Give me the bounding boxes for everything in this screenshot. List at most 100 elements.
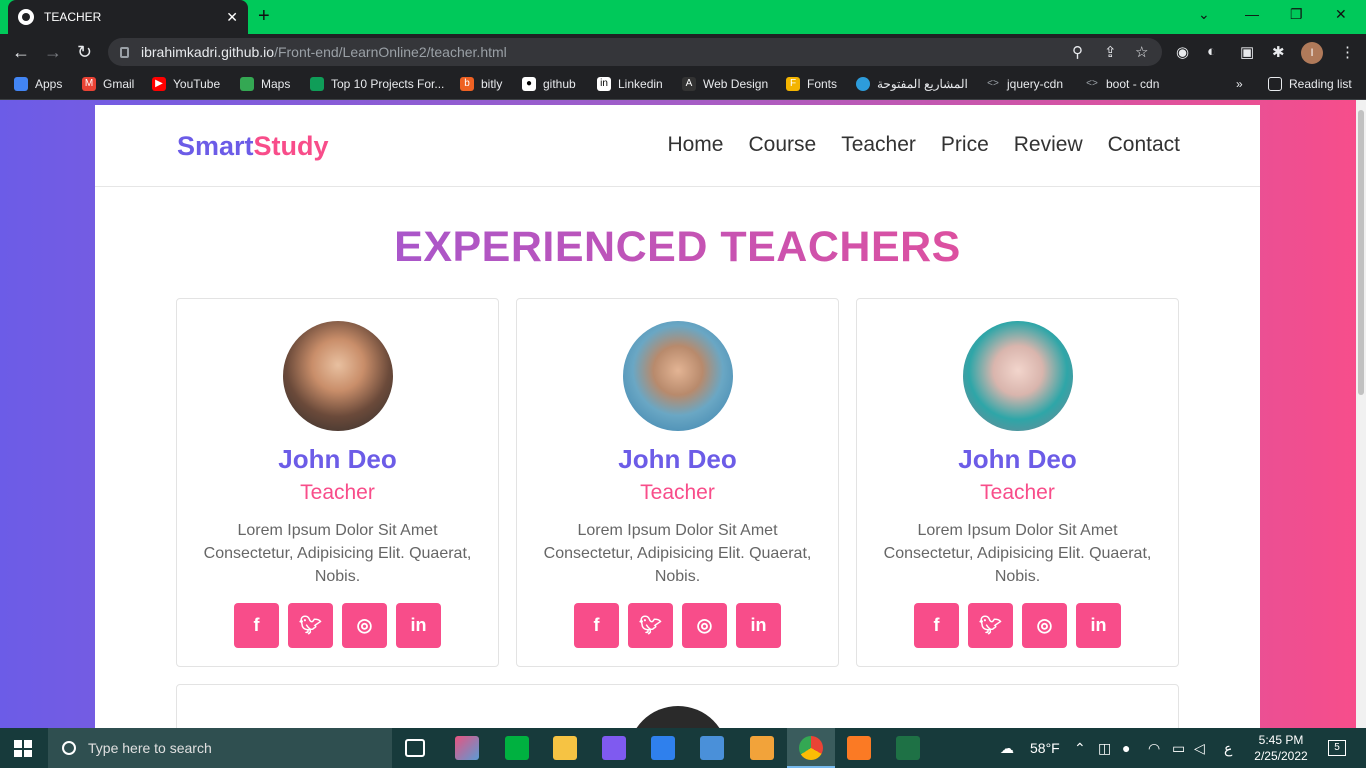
close-window-button[interactable]: ✕ [1335,6,1347,23]
battery-icon[interactable]: ▭ [1172,740,1185,757]
search-icon [62,741,76,755]
address-bar[interactable]: ibrahimkadri.github.io /Front-end/LearnO… [108,38,1162,66]
reload-button[interactable]: ↻ [77,42,92,62]
instagram-icon[interactable]: ◎ [682,603,727,648]
facebook-icon[interactable]: f [234,603,279,648]
page-viewport: SmartStudy Home Course Teacher Price Rev… [0,100,1366,728]
tab-search-icon[interactable]: ⌄ [1198,6,1210,23]
tray-network-error-icon[interactable]: ● [1122,740,1130,756]
weather-temp[interactable]: 58°F [1030,740,1060,756]
volume-icon[interactable]: ◁ [1194,740,1205,757]
chrome-taskbar-button[interactable] [787,728,835,768]
teacher-photo [622,321,733,431]
nav-review[interactable]: Review [1014,133,1083,157]
bookmark-jquery-cdn[interactable]: <> jquery-cdn [986,77,1063,91]
new-tab-button[interactable]: + [258,6,270,26]
twitter-icon[interactable]: 🐦︎ [288,603,333,648]
web-design-icon: A [682,77,696,91]
scroll-thumb[interactable] [1358,110,1364,395]
instagram-icon[interactable]: ◎ [1022,603,1067,648]
bookmark-github[interactable]: ● github [522,77,576,91]
bookmark-apps[interactable]: Apps [14,77,62,91]
more-bookmarks-button[interactable]: » [1236,77,1243,91]
notification-center-button[interactable]: 5 [1328,740,1346,756]
bookmark-fonts[interactable]: F Fonts [786,77,837,91]
ide-app-icon[interactable] [505,736,529,760]
bookmark-star-icon[interactable]: ☆ [1135,43,1148,61]
maps-icon [240,77,254,91]
bookmarks-bar: Apps M Gmail ▶ YouTube Maps Top 10 Project… [0,70,1366,100]
extension-profile-icon[interactable]: ◐ [1207,43,1216,60]
gmail-icon: M [82,77,96,91]
media-icon[interactable]: ◉ [1176,43,1189,61]
reading-list-button[interactable]: Reading list [1268,77,1352,91]
teacher-role: Teacher [300,481,375,504]
xampp-icon[interactable] [847,736,871,760]
taskbar-search[interactable]: Type here to search [48,728,392,768]
back-button[interactable]: ← [12,42,30,62]
teacher-role: Teacher [640,481,715,504]
youtube-icon: ▶ [152,77,166,91]
close-tab-icon[interactable]: ✕ [226,9,238,26]
paint-app-icon[interactable] [455,736,479,760]
nav-home[interactable]: Home [667,133,723,157]
task-view-icon[interactable] [405,739,425,757]
excel-icon[interactable] [896,736,920,760]
teacher-photo [282,321,393,431]
nav-course[interactable]: Course [748,133,816,157]
html-app-icon[interactable] [750,736,774,760]
share-icon[interactable]: ⇪ [1104,43,1117,61]
instagram-icon[interactable]: ◎ [342,603,387,648]
file-explorer-icon[interactable] [553,736,577,760]
facebook-icon[interactable]: f [914,603,959,648]
zoom-icon[interactable]: ⚲ [1072,43,1083,61]
code-icon: <> [1086,78,1098,89]
wifi-icon[interactable]: ◠ [1148,740,1160,757]
windows-start-icon[interactable] [14,740,32,757]
bookmark-gmail[interactable]: M Gmail [82,77,134,91]
social-links: f 🐦︎ ◎ in [517,603,838,648]
bookmark-bitly[interactable]: b bitly [460,77,502,91]
minimize-button[interactable]: — [1245,6,1259,22]
input-language[interactable]: ع [1224,740,1232,757]
page-scrollbar[interactable] [1356,100,1366,728]
profile-avatar[interactable]: I [1301,42,1323,64]
nav-contact[interactable]: Contact [1108,133,1180,157]
tray-app-icon[interactable]: ◫ [1098,740,1111,757]
bookmark-top10[interactable]: Top 10 Projects For... [310,77,444,91]
bookmark-web-design[interactable]: A Web Design [682,77,768,91]
browser-tab[interactable]: TEACHER ✕ [8,0,248,34]
facebook-icon[interactable]: f [574,603,619,648]
extensions-puzzle-icon[interactable]: ✱ [1272,43,1285,61]
bookmark-boot-cdn[interactable]: <> boot - cdn [1085,77,1159,91]
site-logo[interactable]: SmartStudy [177,131,329,162]
teacher-name: John Deo [958,444,1077,474]
linkedin-icon[interactable]: in [736,603,781,648]
restore-button[interactable]: ❐ [1290,6,1303,23]
clock-time: 5:45 PM [1258,733,1304,747]
nav-price[interactable]: Price [941,133,989,157]
teacher-card: John Deo Teacher Lorem Ipsum Dolor Sit A… [176,298,499,667]
bookmark-linkedin[interactable]: in Linkedin [597,77,663,91]
bookmark-maps[interactable]: Maps [240,77,290,91]
tab-strip: TEACHER ✕ + ⌄ — ❐ ✕ [0,0,1366,34]
nav-teacher[interactable]: Teacher [841,133,916,157]
link-icon [310,77,324,91]
twitter-icon[interactable]: 🐦︎ [968,603,1013,648]
photos-app-icon[interactable] [700,736,724,760]
bookmark-youtube[interactable]: ▶ YouTube [152,77,220,91]
twitter-icon[interactable]: 🐦︎ [628,603,673,648]
linkedin-icon[interactable]: in [396,603,441,648]
translate-extension-icon[interactable]: ▣ [1240,43,1254,61]
taskbar-clock[interactable]: 5:45 PM 2/25/2022 [1248,732,1314,764]
circle-icon [856,77,870,91]
weather-icon[interactable]: ☁ [1000,740,1014,757]
vscode-icon[interactable] [651,736,675,760]
windows-taskbar: Type here to search ☁ 58°F ⌃ ◫ ● ◠ ▭ ◁ ع… [0,728,1366,768]
forward-button[interactable]: → [44,42,62,62]
app-icon[interactable] [602,736,626,760]
tray-overflow-icon[interactable]: ⌃ [1074,740,1086,757]
linkedin-icon[interactable]: in [1076,603,1121,648]
menu-kebab-icon[interactable]: ⋮ [1340,43,1355,61]
bookmark-open-projects[interactable]: المشاريع المفتوحة [856,77,968,91]
